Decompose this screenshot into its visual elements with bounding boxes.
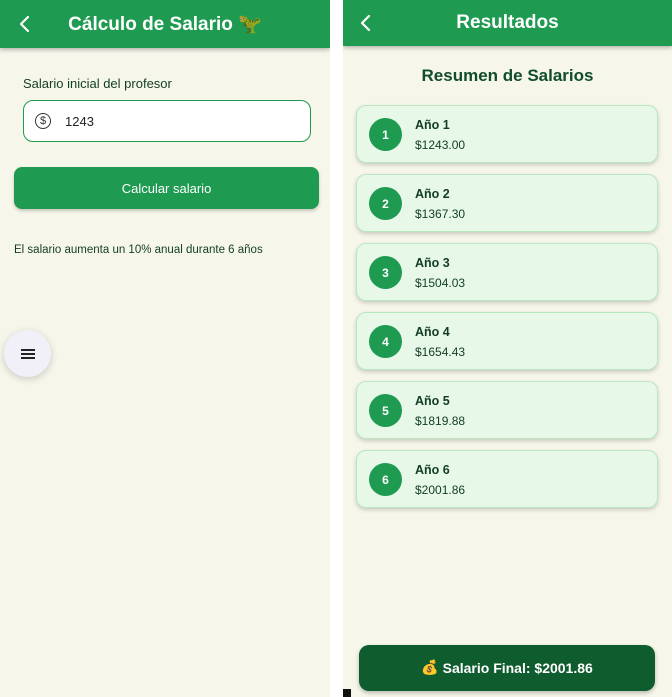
screen-divider bbox=[330, 0, 343, 697]
year-number-badge: 6 bbox=[369, 463, 402, 496]
final-salary-label: Salario Final: $2001.86 bbox=[442, 660, 593, 676]
results-screen: Resultados Resumen de Salarios 1 Año 1 $… bbox=[343, 0, 672, 697]
salary-card[interactable]: 1 Año 1 $1243.00 bbox=[356, 105, 658, 163]
salary-amount: $1367.30 bbox=[415, 207, 466, 221]
calculate-salary-button[interactable]: Calcular salario bbox=[14, 167, 319, 209]
year-number-badge: 4 bbox=[369, 325, 402, 358]
money-bag-icon: 💰 bbox=[421, 660, 439, 676]
salary-amount: $1654.43 bbox=[415, 345, 466, 359]
salary-input-label: Salario inicial del profesor bbox=[23, 76, 172, 91]
salary-amount: $1243.00 bbox=[415, 138, 466, 152]
year-label: Año 1 bbox=[415, 118, 450, 132]
page-title: Cálculo de Salario 🦖 bbox=[68, 14, 262, 35]
dollar-circle-icon: $ bbox=[35, 113, 51, 129]
salary-calculator-screen: Cálculo de Salario 🦖 Salario inicial del… bbox=[0, 0, 330, 697]
salary-card[interactable]: 5 Año 5 $1819.88 bbox=[356, 381, 658, 439]
app-bar: Cálculo de Salario 🦖 bbox=[0, 0, 330, 48]
salary-card[interactable]: 6 Año 6 $2001.86 bbox=[356, 450, 658, 508]
year-label: Año 4 bbox=[415, 325, 450, 339]
page-title: Resultados bbox=[456, 12, 559, 33]
salary-card[interactable]: 2 Año 2 $1367.30 bbox=[356, 174, 658, 232]
year-label: Año 2 bbox=[415, 187, 450, 201]
info-text: El salario aumenta un 10% anual durante … bbox=[14, 244, 263, 256]
year-number-badge: 5 bbox=[369, 394, 402, 427]
salary-card[interactable]: 3 Año 3 $1504.03 bbox=[356, 243, 658, 301]
menu-icon bbox=[20, 347, 35, 361]
year-label: Año 3 bbox=[415, 256, 450, 270]
section-heading: Resumen de Salarios bbox=[421, 66, 594, 85]
salary-amount: $2001.86 bbox=[415, 483, 466, 497]
salary-input[interactable] bbox=[65, 113, 265, 129]
year-number-badge: 2 bbox=[369, 187, 402, 220]
salary-amount: $1504.03 bbox=[415, 276, 466, 290]
screen-corner bbox=[343, 689, 351, 697]
salary-field[interactable]: $ bbox=[23, 100, 311, 142]
year-label: Año 6 bbox=[415, 463, 450, 477]
app-bar: Resultados bbox=[343, 0, 672, 46]
year-number-badge: 3 bbox=[369, 256, 402, 289]
year-number-badge: 1 bbox=[369, 118, 402, 151]
salary-list: 1 Año 1 $1243.00 2 Año 2 $1367.30 3 Año … bbox=[356, 105, 658, 519]
final-salary-bar: 💰 Salario Final: $2001.86 bbox=[359, 645, 655, 691]
year-label: Año 5 bbox=[415, 394, 450, 408]
salary-card[interactable]: 4 Año 4 $1654.43 bbox=[356, 312, 658, 370]
menu-button[interactable] bbox=[4, 330, 51, 377]
salary-amount: $1819.88 bbox=[415, 414, 466, 428]
